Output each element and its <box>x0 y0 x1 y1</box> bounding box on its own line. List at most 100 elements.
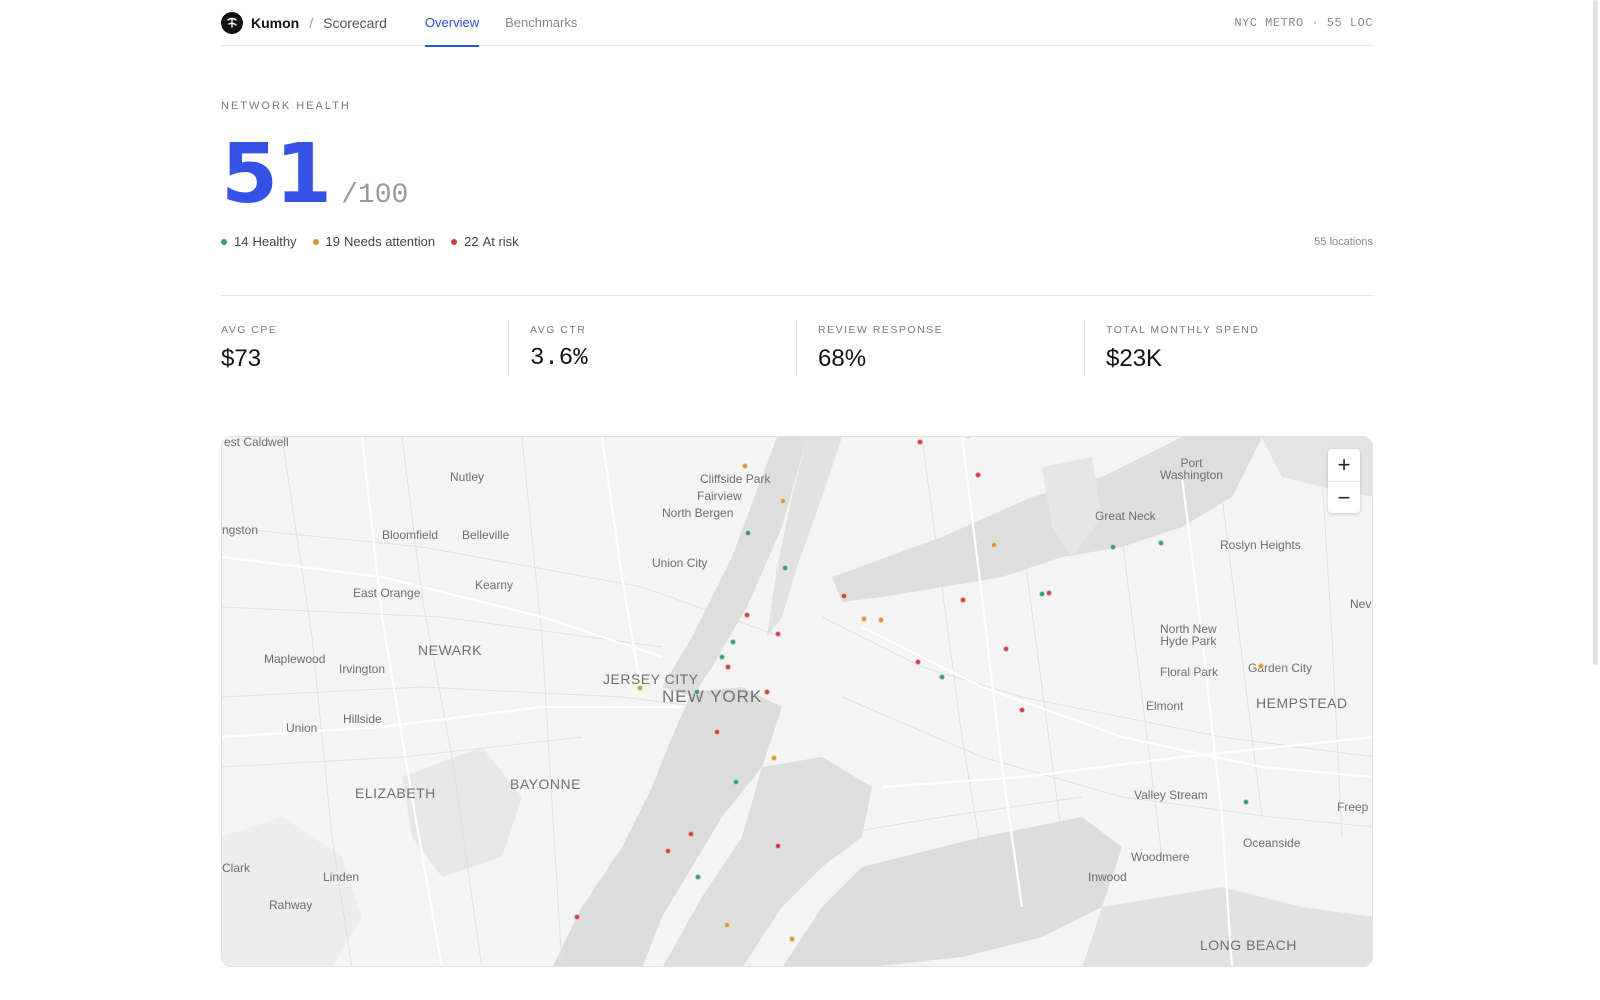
location-marker-needs-attention[interactable] <box>789 936 795 942</box>
map-label-great-neck: Great Neck <box>1095 509 1156 523</box>
location-marker-healthy[interactable] <box>1158 540 1164 546</box>
map-label-elmont: Elmont <box>1146 699 1184 713</box>
location-marker-healthy[interactable] <box>939 674 945 680</box>
map-label-linden: Linden <box>323 870 360 884</box>
location-marker-needs-attention[interactable] <box>742 463 748 469</box>
location-marker-at-risk[interactable] <box>714 729 720 735</box>
map-label-long-beach: LONG BEACH <box>1200 937 1297 953</box>
location-marker-at-risk[interactable] <box>775 631 781 637</box>
location-marker-at-risk[interactable] <box>744 612 750 618</box>
location-marker-at-risk[interactable] <box>1019 707 1025 713</box>
map-label-floral-park: Floral Park <box>1160 665 1219 679</box>
metric-total-monthly-spend: TOTAL MONTHLY SPEND $23K <box>1084 320 1259 376</box>
location-marker-at-risk[interactable] <box>960 597 966 603</box>
map-label-newark: NEWARK <box>418 642 482 658</box>
map-label-kearny: Kearny <box>475 578 514 592</box>
map-label-clark: Clark <box>222 861 251 875</box>
locations-map[interactable]: est Caldwell Nutley Cliffside Park Fairv… <box>221 436 1373 967</box>
map-label-east-orange: East Orange <box>353 586 421 600</box>
health-score: 51 /100 <box>221 134 408 216</box>
map-label-nutley: Nutley <box>450 470 485 484</box>
location-marker-at-risk[interactable] <box>574 914 580 920</box>
location-marker-needs-attention[interactable] <box>991 542 997 548</box>
location-marker-at-risk[interactable] <box>1046 590 1052 596</box>
location-marker-at-risk[interactable] <box>688 831 694 837</box>
location-marker-healthy[interactable] <box>1243 799 1249 805</box>
location-marker-healthy[interactable] <box>730 639 736 645</box>
status-legend: 14 Healthy 19 Needs attention 22 At risk <box>221 234 535 249</box>
location-marker-needs-attention[interactable] <box>637 685 643 691</box>
metric-label: AVG CTR <box>530 324 587 336</box>
map-label-garden-city: Garden City <box>1248 661 1313 675</box>
metric-value: $73 <box>221 345 262 372</box>
page-scrollbar[interactable] <box>1590 0 1600 1000</box>
location-marker-healthy[interactable] <box>782 565 788 571</box>
needs-attention-dot-icon <box>312 238 319 245</box>
scrollbar-thumb[interactable] <box>1593 0 1598 665</box>
location-marker-at-risk[interactable] <box>1003 646 1009 652</box>
metric-avg-ctr: AVG CTR 3.6% <box>508 320 588 376</box>
location-marker-healthy[interactable] <box>745 530 751 536</box>
legend-count: 22 <box>464 234 479 249</box>
tab-benchmarks[interactable]: Benchmarks <box>505 0 577 46</box>
map-label-belleville: Belleville <box>462 528 510 542</box>
healthy-dot-icon <box>221 238 227 245</box>
location-marker-at-risk[interactable] <box>775 843 781 849</box>
map-label-woodmere: Woodmere <box>1131 850 1190 864</box>
zoom-in-button[interactable]: + <box>1328 449 1360 481</box>
location-marker-at-risk[interactable] <box>841 593 847 599</box>
region-location-summary: NYC METRO · 55 LOC <box>1234 16 1373 30</box>
tab-overview[interactable]: Overview <box>424 0 480 47</box>
location-marker-healthy[interactable] <box>1110 544 1116 550</box>
metric-label: TOTAL MONTHLY SPEND <box>1106 324 1260 336</box>
health-score-value: 51 <box>221 127 332 222</box>
top-header: Kumon / Scorecard Overview Benchmarks NY… <box>221 0 1373 47</box>
tab-bar: Overview Benchmarks <box>424 0 603 47</box>
location-marker-at-risk[interactable] <box>725 664 731 670</box>
metrics-row: AVG CPE $73 AVG CTR 3.6% REVIEW RESPONSE… <box>221 320 1373 376</box>
location-marker-at-risk[interactable] <box>975 472 981 478</box>
location-marker-healthy[interactable] <box>1039 591 1045 597</box>
breadcrumb-separator: / <box>309 14 314 31</box>
location-marker-needs-attention[interactable] <box>861 616 867 622</box>
map-label-union: Union <box>286 721 318 735</box>
map-label-north-new-hyde-park: North New Hyde Park <box>1160 622 1217 648</box>
location-marker-healthy[interactable] <box>733 779 739 785</box>
map-label-valley-stream: Valley Stream <box>1134 788 1208 802</box>
map-label-port-washington: Port Washington <box>1160 456 1223 482</box>
location-marker-at-risk[interactable] <box>915 659 921 665</box>
metric-value: $23K <box>1106 345 1163 372</box>
location-marker-at-risk[interactable] <box>665 848 671 854</box>
location-marker-needs-attention[interactable] <box>878 617 884 623</box>
legend-healthy: 14 Healthy <box>221 234 297 249</box>
page-container: Kumon / Scorecard Overview Benchmarks NY… <box>221 0 1373 376</box>
map-label-roslyn-heights: Roslyn Heights <box>1220 538 1301 552</box>
section-divider <box>221 295 1373 296</box>
map-label-inwood: Inwood <box>1088 870 1127 884</box>
locations-count: 55 locations <box>1314 236 1373 248</box>
location-marker-healthy[interactable] <box>694 689 700 695</box>
location-marker-healthy[interactable] <box>695 874 701 880</box>
location-marker-at-risk[interactable] <box>764 689 770 695</box>
location-marker-needs-attention[interactable] <box>780 498 786 504</box>
map-label-hillside: Hillside <box>343 712 382 726</box>
legend-needs-attention: 19 Needs attention <box>312 234 436 249</box>
brand-name[interactable]: Kumon <box>251 15 299 31</box>
location-marker-healthy[interactable] <box>719 654 725 660</box>
metric-review-response: REVIEW RESPONSE 68% <box>796 320 943 376</box>
map-label-fairview: Fairview <box>697 489 742 503</box>
location-marker-needs-attention[interactable] <box>1258 663 1264 669</box>
map-label-bayonne: BAYONNE <box>510 776 581 792</box>
at-risk-dot-icon <box>451 238 458 245</box>
legend-label: Needs attention <box>344 234 436 249</box>
location-marker-needs-attention[interactable] <box>724 922 730 928</box>
location-marker-at-risk[interactable] <box>917 439 923 445</box>
map-label-rahway: Rahway <box>269 898 313 912</box>
zoom-out-button[interactable]: − <box>1328 481 1360 513</box>
legend-count: 19 <box>325 234 341 249</box>
map-label-elizabeth: ELIZABETH <box>355 785 436 801</box>
map-basemap <box>222 437 1372 966</box>
location-marker-needs-attention[interactable] <box>771 755 777 761</box>
brand-logo-icon[interactable] <box>221 11 243 34</box>
network-health-label: NETWORK HEALTH <box>221 100 351 112</box>
